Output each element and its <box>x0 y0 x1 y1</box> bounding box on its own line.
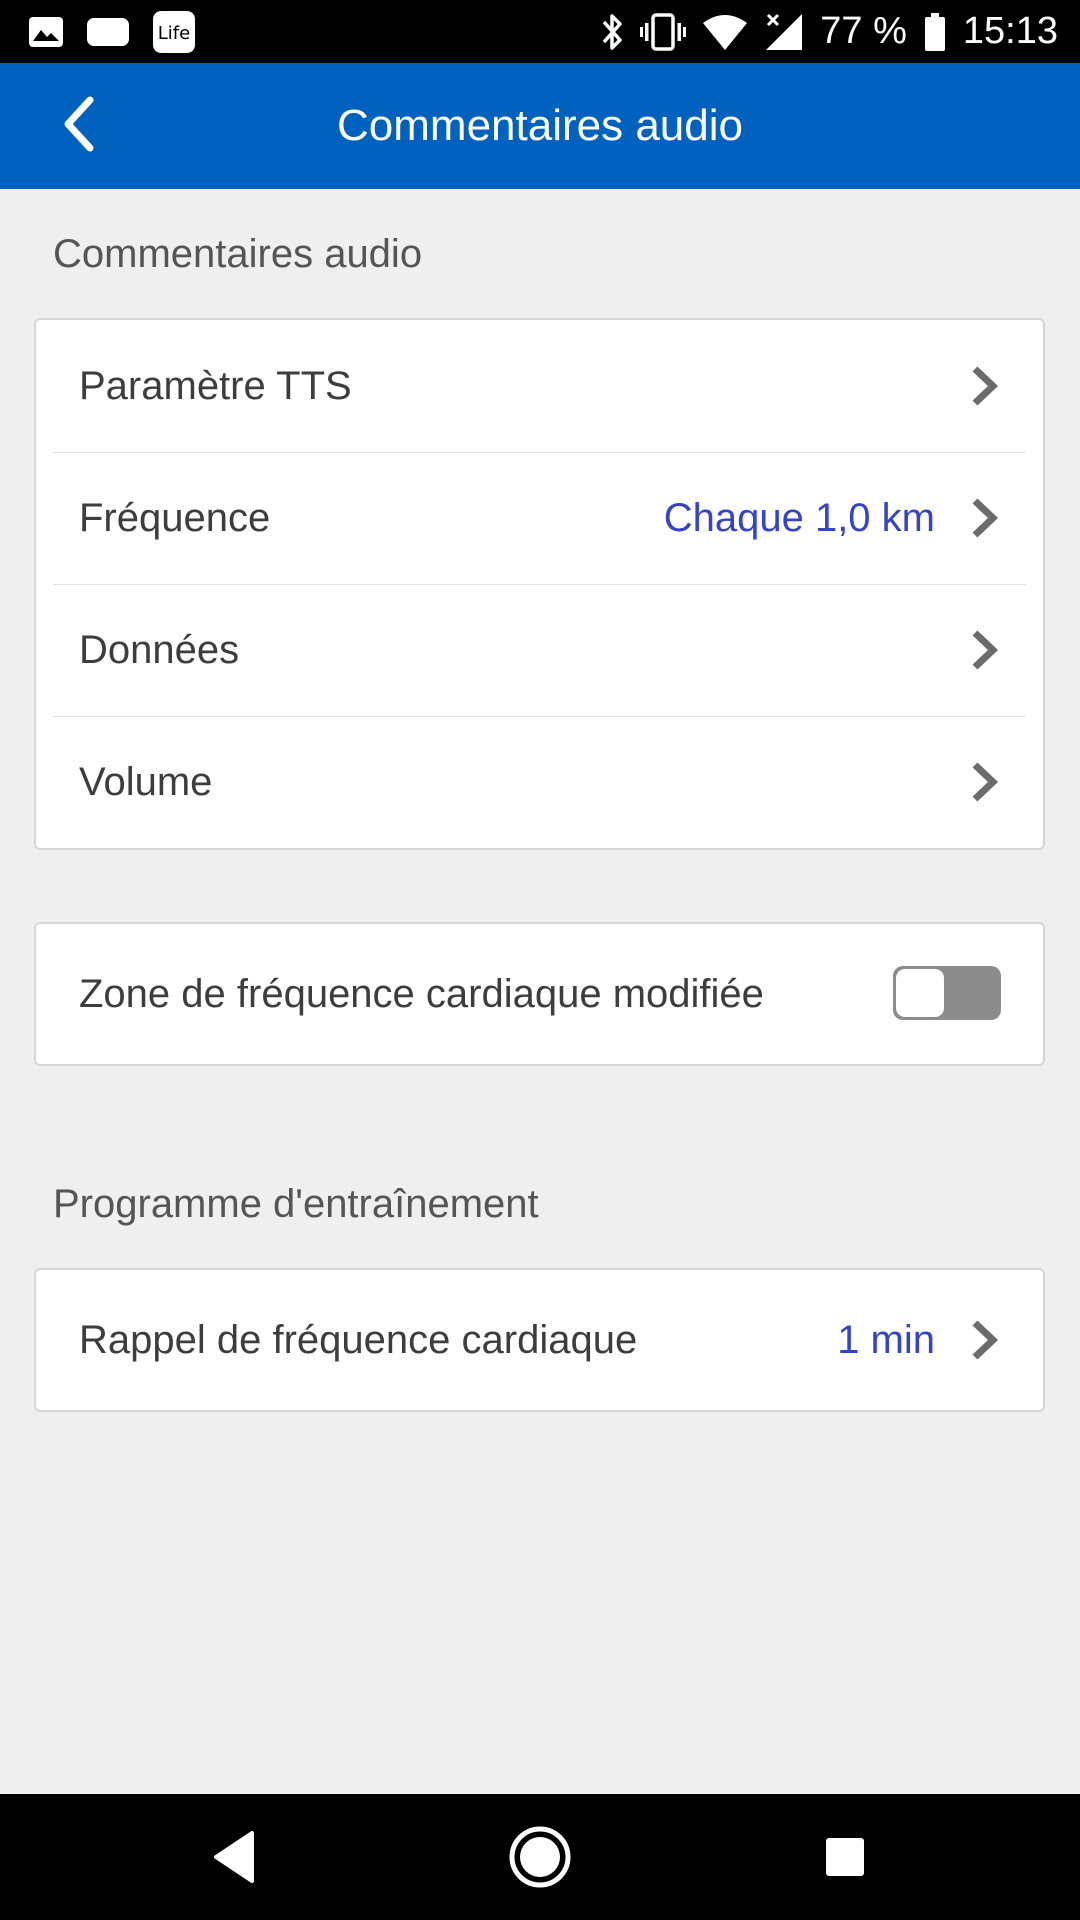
back-triangle-icon <box>214 1831 254 1883</box>
settings-row-heart-zone: Zone de fréquence cardiaque modifiée <box>36 924 1043 1064</box>
frequency-value: Chaque 1,0 km <box>663 496 935 540</box>
page-title: Commentaires audio <box>337 101 743 150</box>
vibrate-icon <box>640 12 687 52</box>
battery-percent: 77 % <box>820 10 907 52</box>
app-bar: Commentaires audio <box>0 63 1080 189</box>
row-label: Zone de fréquence cardiaque modifiée <box>79 972 764 1016</box>
row-label: Volume <box>79 760 213 804</box>
lifesum-icon: Life <box>152 10 196 54</box>
clock: 15:13 <box>962 10 1058 52</box>
row-label: Fréquence <box>79 496 271 540</box>
toggle-knob <box>896 969 944 1017</box>
section-header-audio: Commentaires audio <box>53 232 423 276</box>
row-label: Données <box>79 628 240 672</box>
reminder-value: 1 min <box>837 1318 935 1362</box>
section-header-training: Programme d'entraînement <box>53 1182 539 1226</box>
nav-home-button[interactable] <box>505 1822 575 1892</box>
heart-zone-toggle[interactable] <box>893 966 1001 1020</box>
image-icon <box>28 16 64 48</box>
chevron-right-icon <box>972 1320 999 1360</box>
chevron-right-icon <box>972 366 999 406</box>
message-icon <box>86 16 130 48</box>
lifesum-label: Life <box>158 23 190 44</box>
bluetooth-icon <box>600 12 624 52</box>
chevron-right-icon <box>972 762 999 802</box>
settings-row-tts[interactable]: Paramètre TTS <box>36 320 1043 452</box>
system-nav-bar <box>0 1794 1080 1920</box>
status-left-icons: Life <box>28 10 196 54</box>
chevron-right-icon <box>972 498 999 538</box>
row-label: Rappel de fréquence cardiaque <box>79 1318 638 1362</box>
audio-settings-card: Paramètre TTS Fréquence Chaque 1,0 km Do… <box>34 318 1045 850</box>
settings-row-data[interactable]: Données <box>36 584 1043 716</box>
training-settings-card: Rappel de fréquence cardiaque 1 min <box>34 1268 1045 1412</box>
wifi-icon <box>702 13 748 51</box>
row-label: Paramètre TTS <box>79 364 352 408</box>
settings-row-heart-reminder[interactable]: Rappel de fréquence cardiaque 1 min <box>36 1270 1043 1410</box>
status-bar: Life 77 % 15:13 <box>0 0 1080 63</box>
settings-row-volume[interactable]: Volume <box>36 716 1043 848</box>
home-circle-icon <box>509 1826 571 1888</box>
status-right-icons: 77 % 15:13 <box>600 0 1058 63</box>
chevron-right-icon <box>972 630 999 670</box>
no-signal-icon <box>764 12 804 52</box>
nav-recents-button[interactable] <box>810 1822 880 1892</box>
settings-row-frequency[interactable]: Fréquence Chaque 1,0 km <box>36 452 1043 584</box>
nav-back-button[interactable] <box>200 1822 270 1892</box>
heart-zone-card: Zone de fréquence cardiaque modifiée <box>34 922 1045 1066</box>
battery-icon <box>923 12 947 52</box>
recents-square-icon <box>826 1838 864 1876</box>
